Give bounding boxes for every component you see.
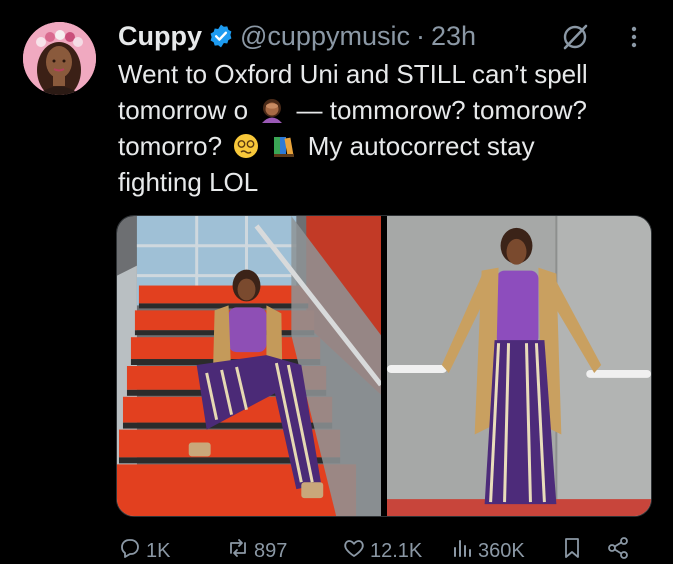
photo-staircase[interactable] xyxy=(117,216,381,516)
books-emoji-icon xyxy=(271,132,297,158)
author-name[interactable]: Cuppy xyxy=(118,21,202,52)
facepalm-woman-emoji-icon xyxy=(259,96,285,123)
tweet-text-segment: — tommorow? tomorow? xyxy=(296,95,587,125)
grok-icon[interactable] xyxy=(560,22,590,52)
author-handle[interactable]: @cuppymusic xyxy=(240,21,410,52)
repost-icon xyxy=(226,536,250,564)
share-icon xyxy=(606,536,630,564)
verified-badge-icon xyxy=(208,23,234,49)
timestamp[interactable]: 23h xyxy=(431,21,476,52)
reply-count: 1K xyxy=(146,539,171,562)
bookmark-button[interactable] xyxy=(560,536,584,564)
views-icon xyxy=(450,536,474,564)
tweet-text-segment: tomorro? xyxy=(118,131,223,161)
tweet-line: tomorrow o — tommorow? tomorow? xyxy=(118,92,658,128)
reply-button[interactable]: 1K xyxy=(118,536,170,564)
tweet-line: fighting LOL xyxy=(118,167,259,197)
like-count: 12.1K xyxy=(370,539,423,562)
media-grid xyxy=(116,215,652,517)
bookmark-icon xyxy=(560,536,584,564)
reply-icon xyxy=(118,536,142,564)
tweet-text-segment: My autocorrect stay xyxy=(307,131,535,161)
like-icon xyxy=(342,536,366,564)
share-button[interactable] xyxy=(606,536,630,564)
tweet-header: Cuppy @cuppymusic · 23h xyxy=(118,18,476,54)
tweet-text: Went to Oxford Uni and STILL can’t spell… xyxy=(118,56,658,200)
action-bar: 1K 897 12.1K 360K xyxy=(116,534,646,564)
tweet-line: Went to Oxford Uni and STILL can’t spell xyxy=(118,59,588,89)
avatar[interactable] xyxy=(23,22,96,95)
views-count: 360K xyxy=(478,539,525,562)
tweet[interactable]: Cuppy @cuppymusic · 23h Went to Oxford U… xyxy=(0,0,673,564)
separator: · xyxy=(415,20,425,51)
like-button[interactable]: 12.1K xyxy=(342,536,422,564)
tweet-line: tomorro? My autocorrect stay xyxy=(118,128,658,164)
repost-count: 897 xyxy=(254,539,288,562)
tweet-text-segment: tomorrow o xyxy=(118,95,249,125)
photo-wall[interactable] xyxy=(387,216,651,516)
more-options-icon[interactable] xyxy=(624,22,644,52)
avatar-image xyxy=(23,22,96,95)
dizzy-face-emoji-icon xyxy=(233,132,259,158)
views-button[interactable]: 360K xyxy=(450,536,525,564)
repost-button[interactable]: 897 xyxy=(226,536,287,564)
